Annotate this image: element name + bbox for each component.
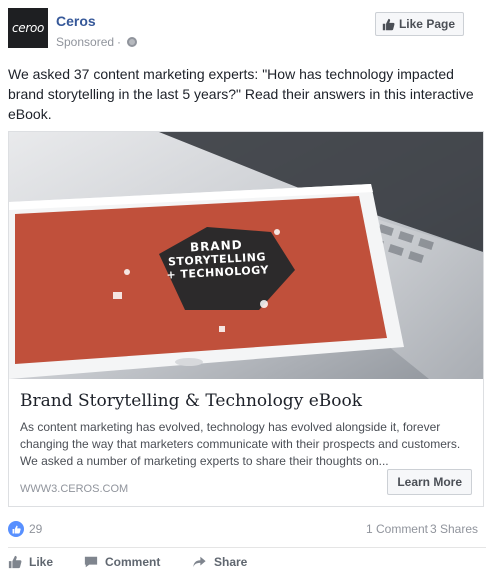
page-avatar[interactable]: ceroo xyxy=(8,8,48,48)
post-stats: 29 1 Comment 3 Shares xyxy=(8,517,486,539)
link-description: As content marketing has evolved, techno… xyxy=(20,420,461,468)
post-message: We asked 37 content marketing experts: "… xyxy=(8,66,474,122)
link-preview-body[interactable]: Brand Storytelling & Technology eBook As… xyxy=(9,379,483,506)
ebook-image[interactable]: BRAND STORYTELLING + TECHNOLOGY xyxy=(9,132,483,379)
avatar-logo-text: ceroo xyxy=(11,21,45,35)
learn-more-button[interactable]: Learn More xyxy=(387,469,472,495)
link-title[interactable]: Brand Storytelling & Technology eBook xyxy=(20,391,362,411)
link-preview-card[interactable]: BRAND STORYTELLING + TECHNOLOGY Brand St… xyxy=(8,131,484,507)
link-domain: WWW3.CEROS.COM xyxy=(20,483,129,495)
post-actions: Like Comment Share xyxy=(8,552,486,576)
page-name-link[interactable]: Ceros xyxy=(56,13,96,29)
thumbs-up-icon xyxy=(382,18,395,30)
like-page-button[interactable]: Like Page xyxy=(374,12,464,36)
share-arrow-icon xyxy=(193,556,206,568)
globe-icon[interactable] xyxy=(127,37,138,47)
sponsored-post: ceroo Ceros Sponsored · Like Page We ask… xyxy=(0,0,494,578)
separator-dot: · xyxy=(117,35,122,49)
comment-button[interactable]: Comment xyxy=(84,555,160,569)
thumbs-up-icon xyxy=(8,555,22,569)
speech-bubble-icon xyxy=(84,556,98,568)
share-count-link[interactable]: 3 Shares xyxy=(430,522,478,536)
like-count[interactable]: 29 xyxy=(29,522,42,536)
like-reaction-icon[interactable] xyxy=(8,521,24,537)
sponsored-label[interactable]: Sponsored xyxy=(56,35,114,49)
comment-label: Comment xyxy=(105,555,161,569)
sponsored-row: Sponsored · xyxy=(56,35,138,49)
ebook-cover-text: BRAND STORYTELLING + TECHNOLOGY xyxy=(146,236,288,282)
post-header: ceroo Ceros Sponsored · Like Page xyxy=(8,8,486,52)
thumbs-up-glyph xyxy=(12,525,21,533)
actions-divider xyxy=(8,547,486,548)
share-label: Share xyxy=(214,555,248,569)
like-page-label: Like Page xyxy=(398,17,455,31)
like-button[interactable]: Like xyxy=(8,555,53,569)
share-button[interactable]: Share xyxy=(192,555,247,569)
comment-count-link[interactable]: 1 Comment xyxy=(366,522,428,536)
like-label: Like xyxy=(29,555,54,569)
